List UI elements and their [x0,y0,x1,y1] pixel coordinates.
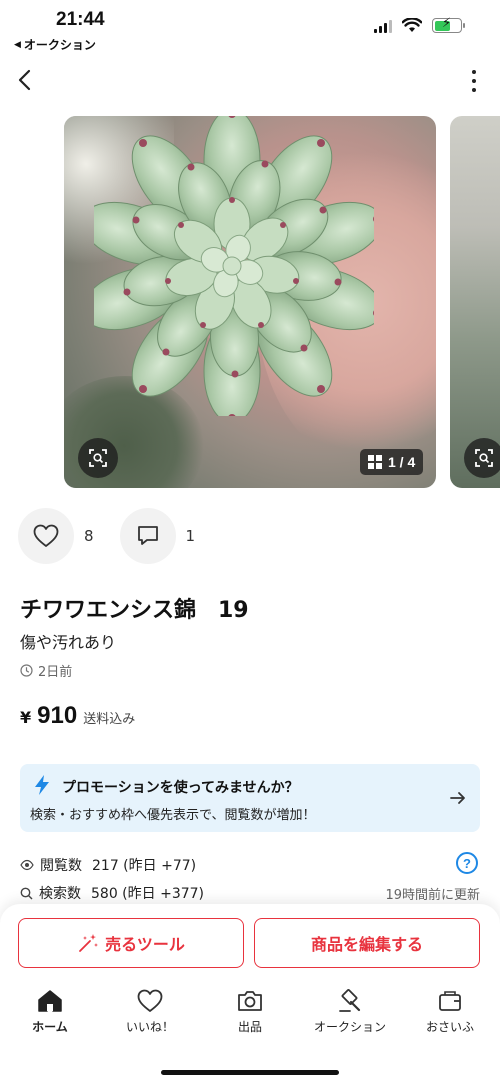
lightning-icon [35,775,49,795]
views-stat: 閲覧数 217 (昨日 +77) [20,855,196,875]
search-stat: 検索数 580 (昨日 +377) [20,883,204,903]
tab-wallet-label: おさいふ [425,1020,474,1034]
wallet-icon [436,988,464,1014]
updated-time: 19時間前に更新 [385,888,480,903]
edit-item-button[interactable]: 商品を編集する [254,918,480,968]
sell-tool-label: 売るツール [105,935,185,954]
next-product-photo[interactable] [450,116,500,488]
tab-likes-label: いいね！ [125,1020,174,1034]
like-group: 8 [18,508,94,564]
likes-count: 8 [84,527,94,545]
tab-home-label: ホーム [32,1020,68,1034]
views-label: 閲覧数 [40,858,82,874]
image-counter[interactable]: 1 / 4 [360,449,424,475]
home-indicator [161,1070,339,1075]
comments-count: 1 [185,527,196,545]
signal-icon [374,19,392,33]
search-label: 検索数 [39,886,81,902]
camera-icon [236,988,264,1014]
eye-icon [20,859,34,871]
chevron-left-icon[interactable] [14,66,38,94]
tab-sell[interactable]: 出品 [200,988,300,1038]
promotion-title: プロモーションを使ってみませんか？ [62,780,299,796]
item-condition: 傷や汚れあり [20,633,117,652]
tab-wallet[interactable]: おさいふ [400,988,500,1038]
grid-icon [368,455,382,469]
home-icon [36,988,64,1014]
bottom-panel: 売るツール 商品を編集する ホーム いいね！ 出品 オークション おさいふ [0,904,500,1080]
status-bar: 21:44 ◀ オークション ⚡ [0,0,500,56]
magic-wand-icon [79,934,99,952]
heart-icon [33,524,59,547]
comment-group: 1 [119,508,196,564]
like-button[interactable] [18,508,74,564]
more-vertical-icon[interactable] [470,70,478,92]
back-to-app-link[interactable]: ◀ オークション [14,36,96,53]
status-icons: ⚡ [374,16,465,33]
tab-sell-label: 出品 [237,1020,262,1034]
wifi-icon [402,18,422,32]
comment-button[interactable] [119,508,176,564]
price-amount: 910 [37,702,78,729]
search-icon [20,887,33,899]
action-row: 8 1 [18,508,195,564]
help-icon[interactable]: ? [456,852,478,874]
arrow-right-icon[interactable] [448,788,468,808]
price: ¥ 910 送料込み [20,702,135,730]
status-time: 21:44 [56,9,105,30]
heart-icon [136,988,164,1014]
tab-auction-label: オークション [313,1020,386,1034]
edit-item-label: 商品を編集する [310,935,423,954]
product-photo[interactable] [64,116,436,488]
shipping-note: 送料込み [83,712,136,727]
search-value: 580 (昨日 +377) [91,886,204,902]
image-search-icon[interactable] [464,438,500,478]
image-counter-label: 1 / 4 [388,454,416,470]
comment-icon [137,526,158,545]
promotion-banner[interactable]: プロモーションを使ってみませんか？ 検索・おすすめ枠へ優先表示で、閲覧数が増加！ [20,764,480,832]
item-title: チワワエンシス錦 19 [20,598,249,623]
image-search-icon[interactable] [78,438,118,478]
gavel-icon [336,988,364,1014]
tab-auction[interactable]: オークション [300,988,400,1038]
views-value: 217 (昨日 +77) [92,858,197,874]
tab-likes[interactable]: いいね！ [100,988,200,1038]
tab-home[interactable]: ホーム [0,988,100,1038]
posted-label: 2日前 [38,665,73,680]
tab-bar: ホーム いいね！ 出品 オークション おさいふ [0,988,500,1038]
price-currency: ¥ [20,708,32,727]
battery-charging-icon: ⚡ [432,16,465,33]
posted-time: 2日前 [20,661,72,680]
back-triangle-icon: ◀ [14,39,21,50]
sell-tool-button[interactable]: 売るツール [18,918,244,968]
promotion-description: 検索・おすすめ枠へ優先表示で、閲覧数が増加！ [30,808,316,823]
back-app-label: オークション [23,38,96,52]
image-gallery[interactable]: 1 / 4 [0,116,500,490]
succulent-image [94,116,374,416]
clock-icon [20,664,33,677]
